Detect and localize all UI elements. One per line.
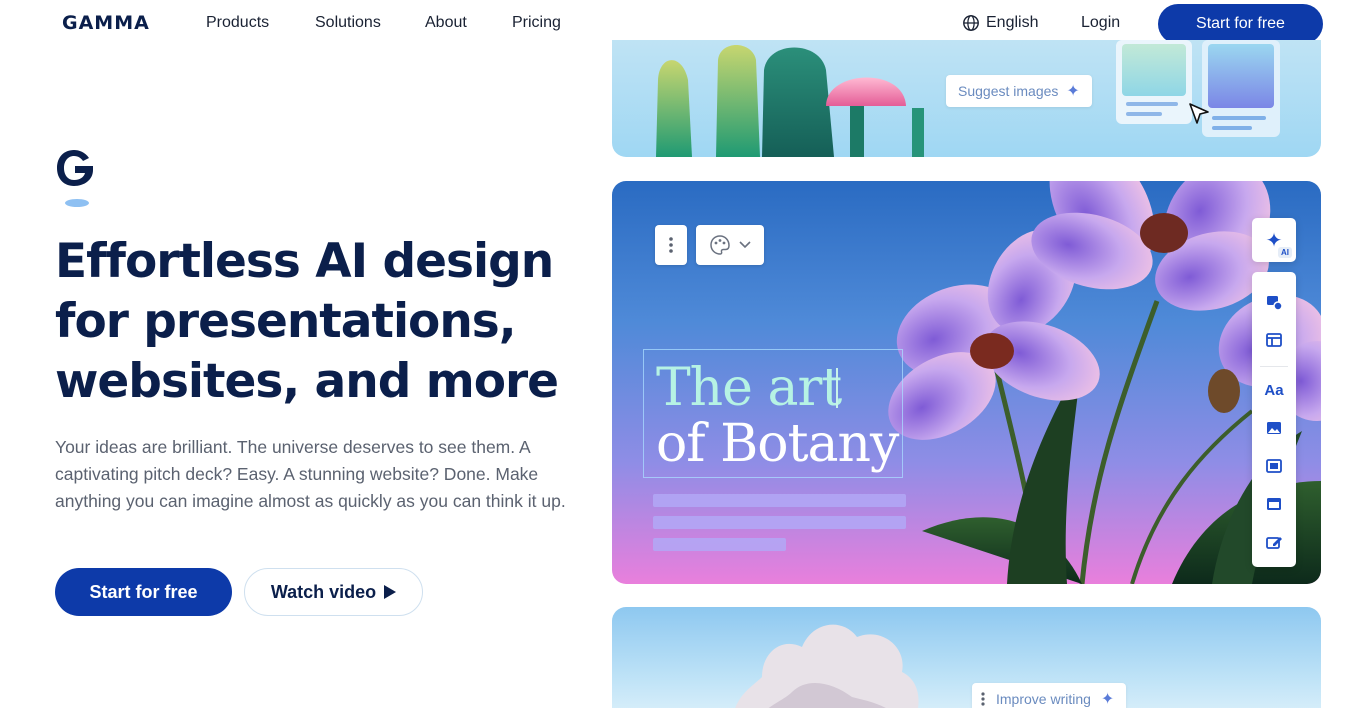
gamma-logo[interactable]: GAMMA bbox=[62, 12, 150, 34]
suggestion-caption-bar bbox=[1212, 126, 1252, 130]
more-options-button[interactable] bbox=[655, 225, 687, 265]
text-icon[interactable]: Aa bbox=[1264, 380, 1284, 400]
chevron-down-icon bbox=[739, 241, 751, 249]
start-for-free-button[interactable]: Start for free bbox=[55, 568, 232, 616]
login-link[interactable]: Login bbox=[1081, 14, 1120, 32]
layout-icon[interactable] bbox=[1264, 330, 1284, 350]
text-placeholder-line bbox=[653, 516, 906, 529]
watch-video-button[interactable]: Watch video bbox=[244, 568, 423, 616]
nav-start-for-free-button[interactable]: Start for free bbox=[1158, 4, 1323, 44]
cloud-illustration bbox=[735, 624, 919, 708]
suggest-images-label: Suggest images bbox=[958, 83, 1059, 99]
suggestion-caption-bar bbox=[1126, 112, 1162, 116]
palette-icon bbox=[710, 235, 730, 255]
globe-icon bbox=[963, 15, 979, 31]
sparkle-icon: ✦ bbox=[1100, 691, 1115, 708]
nav-products[interactable]: Products bbox=[206, 14, 269, 32]
nav-pricing[interactable]: Pricing bbox=[512, 14, 561, 32]
image-suggestion-card[interactable] bbox=[1116, 40, 1192, 124]
suggestion-thumbnail bbox=[1122, 44, 1186, 96]
editor-toolbar: Aa bbox=[1252, 272, 1296, 567]
suggestion-caption-bar bbox=[1212, 116, 1266, 120]
vertical-dots-icon bbox=[981, 692, 985, 706]
edit-icon[interactable] bbox=[1264, 532, 1284, 552]
nav-solutions[interactable]: Solutions bbox=[315, 14, 381, 32]
headline-line-3: websites, and more bbox=[55, 354, 559, 409]
text-placeholder-line bbox=[653, 494, 906, 507]
headline-line-1: Effortless AI design bbox=[55, 234, 554, 289]
video-icon[interactable] bbox=[1264, 456, 1284, 476]
preview-card-mushrooms: Suggest images ✦ bbox=[612, 40, 1321, 157]
improve-writing-chip[interactable]: Improve writing ✦ bbox=[972, 683, 1127, 708]
text-placeholder-line bbox=[653, 538, 786, 551]
hero-subcopy: Your ideas are brilliant. The universe d… bbox=[55, 437, 566, 511]
headline-line-2: for presentations, bbox=[55, 294, 517, 349]
language-selector[interactable]: English bbox=[962, 14, 1038, 32]
gamma-mark-icon bbox=[57, 150, 93, 207]
cards-add-icon[interactable] bbox=[1264, 292, 1284, 312]
slide-title-box[interactable]: The art of Botany bbox=[643, 349, 903, 478]
language-label: English bbox=[986, 14, 1039, 31]
ai-badge: AI bbox=[1278, 247, 1292, 258]
vertical-dots-icon bbox=[669, 237, 673, 253]
preview-card-cloud: Improve writing ✦ bbox=[612, 607, 1321, 708]
suggestion-caption-bar bbox=[1126, 102, 1178, 106]
text-cursor bbox=[836, 368, 838, 408]
image-icon[interactable] bbox=[1264, 418, 1284, 438]
suggestion-thumbnail bbox=[1208, 44, 1274, 108]
image-suggestion-card-selected[interactable] bbox=[1202, 40, 1280, 137]
nav-about[interactable]: About bbox=[425, 14, 467, 32]
cursor-icon bbox=[1189, 103, 1209, 124]
theme-palette-dropdown[interactable] bbox=[696, 225, 764, 265]
suggest-images-chip[interactable]: Suggest images ✦ bbox=[946, 75, 1092, 107]
slide-title-line-2: of Botany bbox=[656, 414, 899, 474]
hero-headline: Effortless AI design for presentations, … bbox=[55, 232, 595, 412]
play-icon bbox=[384, 585, 397, 599]
slide-title-line-1: The art bbox=[656, 358, 842, 418]
watch-video-label: Watch video bbox=[270, 581, 377, 602]
embed-icon[interactable] bbox=[1264, 494, 1284, 514]
improve-writing-label: Improve writing bbox=[996, 691, 1091, 707]
toolbar-divider bbox=[1260, 366, 1288, 367]
ai-assistant-button[interactable]: ✦ AI bbox=[1252, 218, 1296, 262]
sparkle-icon: ✦ bbox=[1066, 83, 1080, 100]
